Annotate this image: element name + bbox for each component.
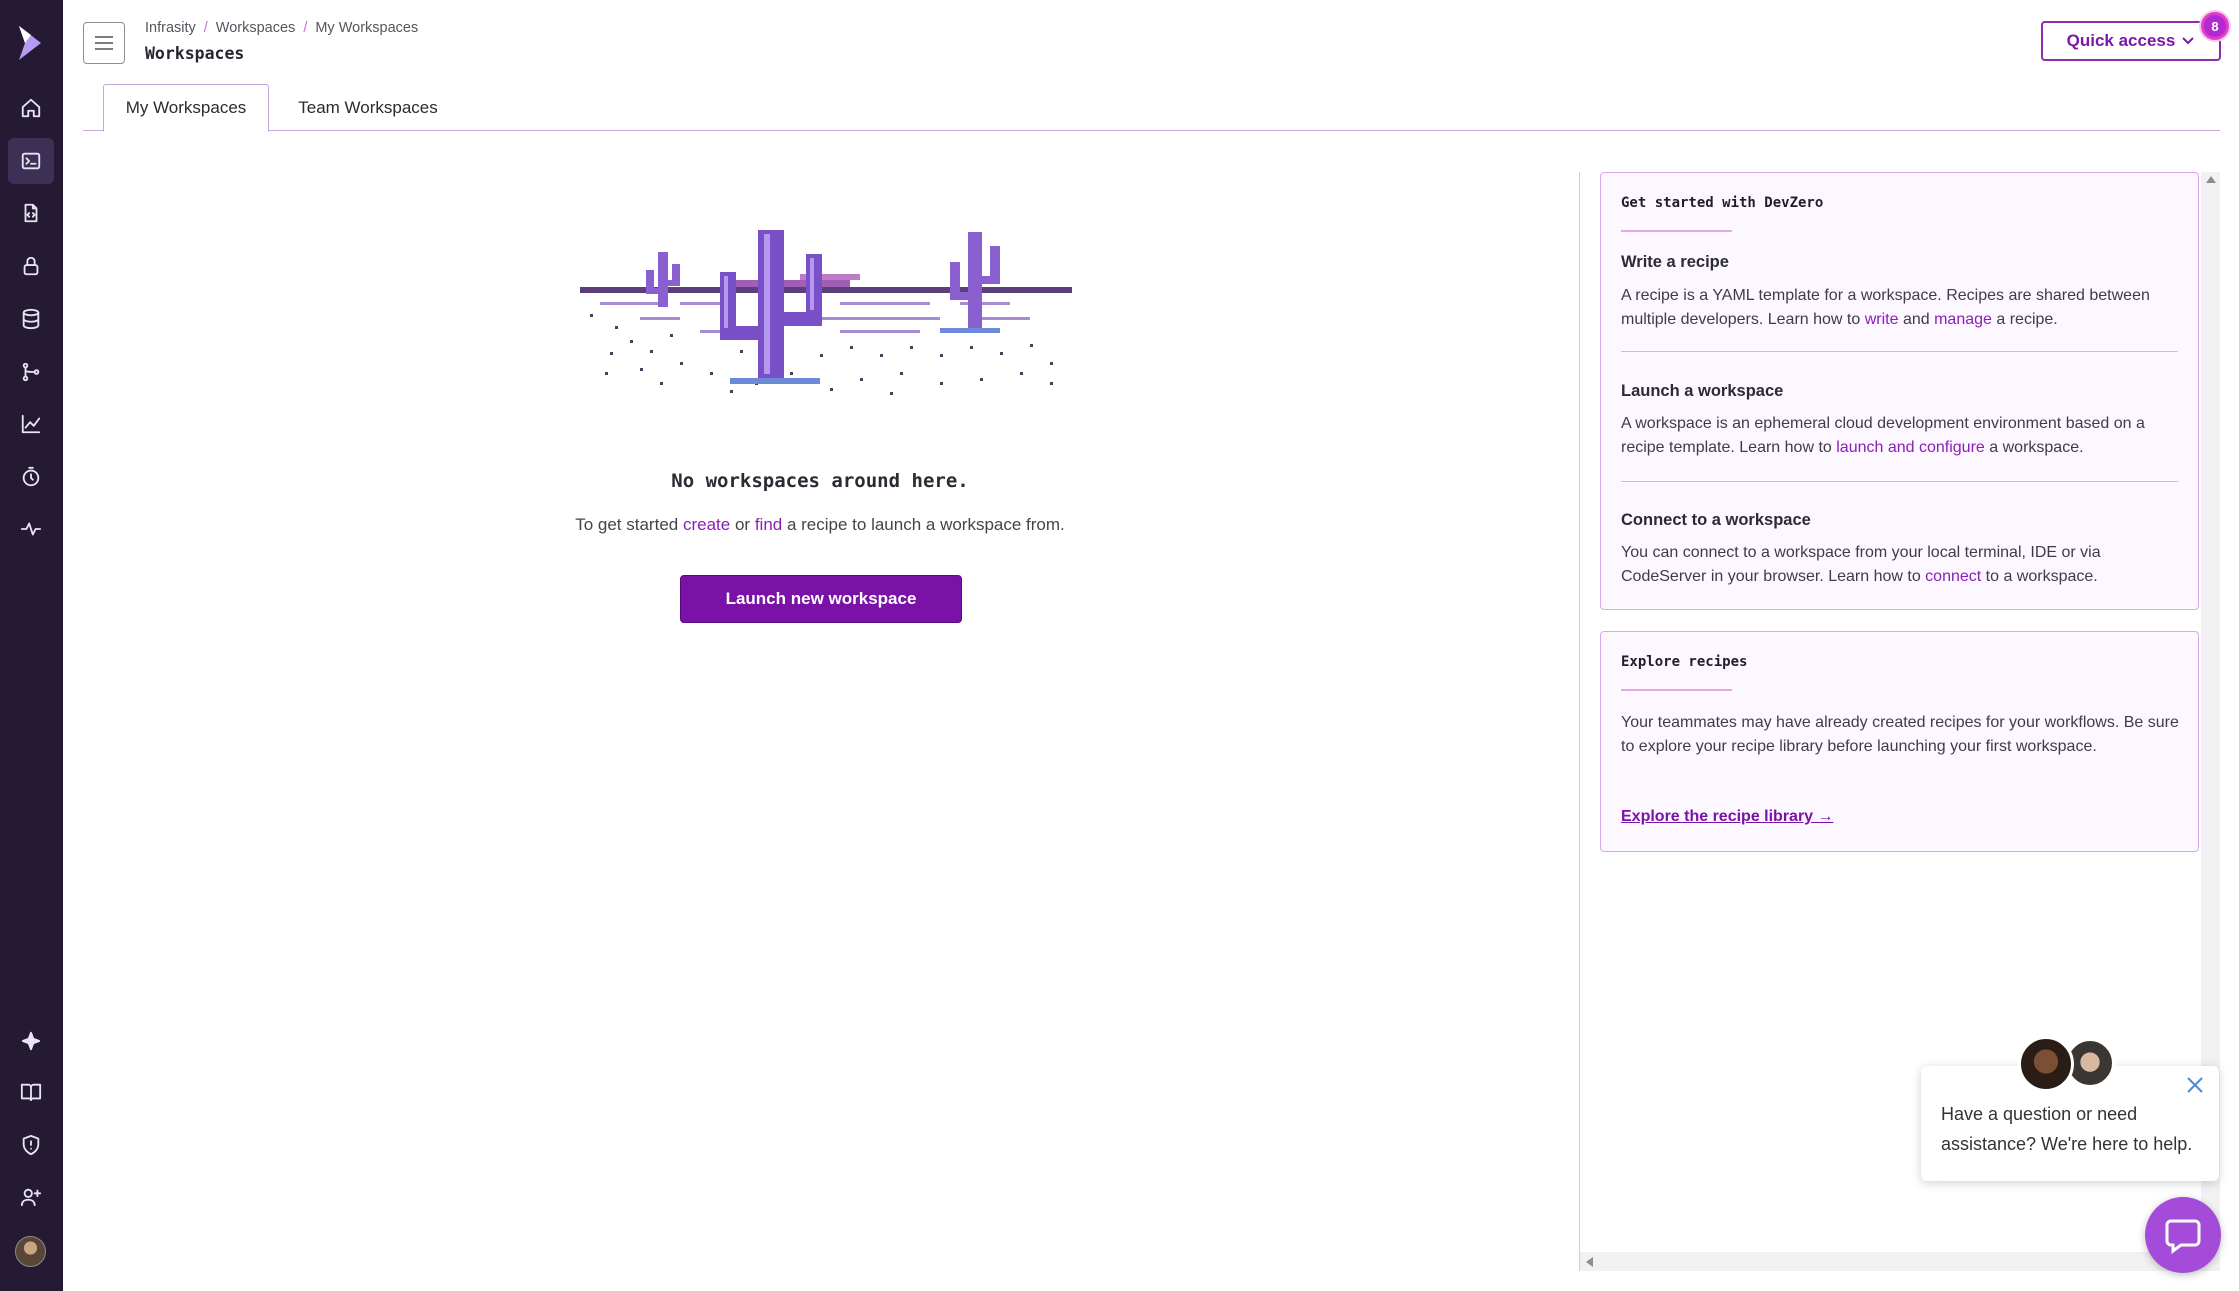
timer-icon: [22, 466, 40, 487]
sidebar-item-activity[interactable]: [8, 506, 54, 552]
breadcrumb-separator: /: [203, 20, 208, 36]
sidebar-item-databases[interactable]: [8, 296, 54, 342]
workspace-tabs: My Workspaces Team Workspaces: [83, 83, 2220, 132]
chat-icon: [2165, 1219, 2201, 1254]
notification-badge[interactable]: 8: [2201, 12, 2229, 40]
user-avatar[interactable]: [15, 1236, 46, 1267]
card-title: Explore recipes: [1621, 654, 1748, 670]
sidebar-item-recipes[interactable]: [8, 190, 54, 236]
chat-close-button[interactable]: [2186, 1076, 2204, 1094]
section-text: A workspace is an ephemeral cloud develo…: [1621, 412, 2181, 460]
section-title: Launch a workspace: [1621, 382, 1784, 400]
title-underline: [1621, 230, 1732, 232]
section-text: You can connect to a workspace from your…: [1621, 541, 2181, 589]
scroll-up-icon[interactable]: [2206, 176, 2216, 183]
close-icon: [2187, 1077, 2203, 1093]
manage-recipe-link[interactable]: manage: [1934, 311, 1992, 328]
devzero-logo[interactable]: [15, 24, 45, 62]
card-title: Get started with DevZero: [1621, 195, 1824, 211]
sidebar-item-insights[interactable]: [8, 401, 54, 447]
sidebar-item-ai[interactable]: [8, 1018, 54, 1064]
chat-launcher-button[interactable]: [2145, 1197, 2221, 1273]
support-avatar: [2018, 1036, 2074, 1092]
shield-icon: [22, 1134, 40, 1156]
sidebar-item-secrets[interactable]: [8, 243, 54, 289]
user-plus-icon: [20, 1188, 42, 1207]
sidebar: [0, 0, 63, 1291]
chat-message-bubble[interactable]: Have a question or need assistance? We'r…: [1921, 1066, 2219, 1181]
sidebar-item-invite[interactable]: [8, 1174, 54, 1220]
breadcrumb-current: My Workspaces: [315, 20, 419, 36]
section-title: Connect to a workspace: [1621, 511, 1811, 529]
empty-desc-text: To get started: [575, 515, 679, 534]
empty-desc-text: or: [734, 515, 751, 534]
breadcrumb: Infrasity / Workspaces / My Workspaces: [145, 20, 418, 36]
section-divider: [1621, 481, 2178, 482]
chat-message: Have a question or need assistance? We'r…: [1941, 1104, 2193, 1154]
hamburger-icon: [95, 36, 113, 50]
terminal-icon: [21, 152, 41, 170]
section-divider: [1621, 351, 2178, 352]
chevron-down-icon: [2182, 37, 2195, 45]
breadcrumb-org[interactable]: Infrasity: [145, 20, 196, 36]
activity-icon: [20, 522, 42, 536]
explore-recipes-card: Explore recipes Your teammates may have …: [1600, 631, 2199, 852]
empty-desc-text: a recipe to launch a workspace from.: [786, 515, 1065, 534]
git-branch-icon: [22, 362, 40, 382]
sidebar-item-network[interactable]: [8, 349, 54, 395]
quick-access-label: Quick access: [2066, 31, 2176, 50]
sparkle-icon: [21, 1031, 41, 1051]
launch-configure-link[interactable]: launch and configure: [1836, 439, 1985, 456]
write-recipe-link[interactable]: write: [1865, 311, 1899, 328]
section-text: Your teammates may have already created …: [1621, 714, 2179, 755]
quick-access-button[interactable]: Quick access: [2041, 21, 2221, 61]
create-recipe-link[interactable]: create: [683, 515, 730, 534]
section-text: A recipe is a YAML template for a worksp…: [1621, 284, 2181, 332]
sidebar-item-timer[interactable]: [8, 454, 54, 500]
section-text-part: a recipe.: [1996, 311, 2058, 328]
book-icon: [20, 1083, 42, 1102]
empty-state-description: To get started create or find a recipe t…: [520, 515, 1120, 535]
sidebar-item-security[interactable]: [8, 1122, 54, 1168]
database-icon: [22, 308, 40, 330]
section-title: Write a recipe: [1621, 253, 1729, 271]
sidebar-item-workspaces[interactable]: [8, 138, 54, 184]
get-started-card: Get started with DevZero Write a recipe …: [1600, 172, 2199, 610]
launch-new-workspace-button[interactable]: Launch new workspace: [680, 575, 962, 623]
page-title: Workspaces: [145, 44, 245, 63]
breadcrumb-section[interactable]: Workspaces: [216, 20, 296, 36]
chart-icon: [21, 414, 41, 434]
breadcrumb-separator: /: [303, 20, 308, 36]
lock-icon: [23, 256, 39, 276]
horizontal-scrollbar[interactable]: [1580, 1252, 2220, 1271]
tab-team-workspaces[interactable]: Team Workspaces: [286, 84, 450, 132]
scroll-left-icon[interactable]: [1586, 1257, 1593, 1267]
desert-cactus-illustration: [580, 230, 1072, 395]
section-text-part: a workspace.: [1989, 439, 2084, 456]
section-text-part: to a workspace.: [1985, 568, 2098, 585]
sidebar-item-home[interactable]: [8, 85, 54, 131]
file-code-icon: [24, 203, 38, 223]
tab-my-workspaces[interactable]: My Workspaces: [103, 84, 269, 132]
section-text-part: and: [1902, 311, 1930, 328]
empty-state-title: No workspaces around here.: [671, 470, 969, 492]
explore-recipe-library-link[interactable]: Explore the recipe library →: [1621, 808, 1834, 826]
sidebar-item-docs[interactable]: [8, 1069, 54, 1115]
home-icon: [21, 98, 41, 118]
find-recipe-link[interactable]: find: [755, 515, 782, 534]
connect-link[interactable]: connect: [1925, 568, 1981, 585]
menu-toggle-button[interactable]: [83, 22, 125, 64]
title-underline: [1621, 689, 1732, 691]
